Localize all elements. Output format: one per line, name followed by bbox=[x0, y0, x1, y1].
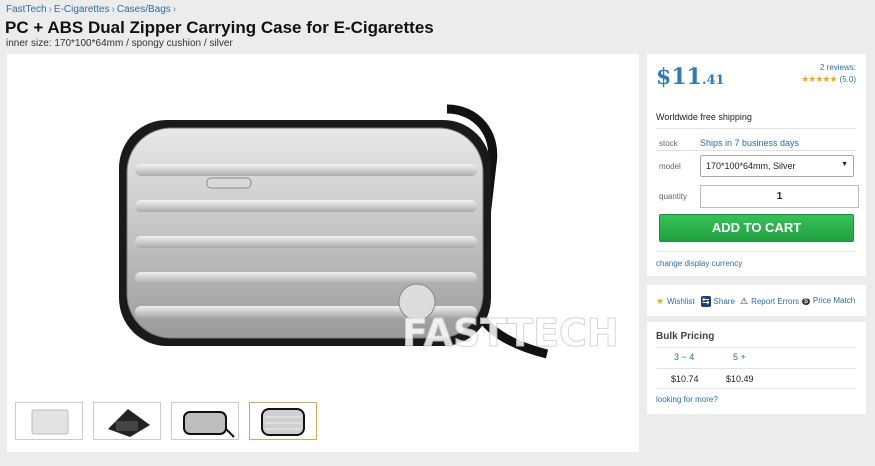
dollar-icon: $ bbox=[802, 298, 810, 305]
breadcrumb-fasttech[interactable]: FastTech bbox=[6, 4, 47, 15]
report-errors-label: Report Errors bbox=[751, 297, 800, 306]
stock-value: Ships in 7 business days bbox=[700, 138, 800, 148]
model-select[interactable]: 170*100*64mm, Silver ▼ bbox=[700, 155, 854, 177]
bulk-tier-qty: 5 + bbox=[733, 352, 746, 362]
bulk-pricing-title: Bulk Pricing bbox=[656, 331, 715, 342]
purchase-panel: $11.41 2 reviews: ★★★★★ (5.0) Worldwide f… bbox=[647, 54, 866, 276]
add-to-cart-button[interactable]: ADD TO CART bbox=[659, 214, 854, 242]
reviews-summary[interactable]: 2 reviews: ★★★★★ (5.0) bbox=[801, 63, 856, 85]
bulk-tier-qty: 3 ~ 4 bbox=[674, 352, 695, 362]
bulk-tier-price: $10.74 bbox=[671, 374, 699, 384]
share-button[interactable]: ⇆ Share bbox=[701, 296, 735, 307]
price-match-label: Price Match bbox=[812, 296, 856, 305]
divider bbox=[656, 347, 856, 348]
product-gallery: FASTTECH bbox=[7, 54, 639, 452]
thumbnail-image bbox=[31, 409, 69, 435]
price-integer: 11 bbox=[671, 64, 702, 90]
wishlist-button[interactable]: ★ Wishlist bbox=[656, 296, 695, 307]
bulk-pricing-panel: Bulk Pricing 3 ~ 4 5 + $10.74 $10.49 loo… bbox=[647, 322, 866, 414]
wishlist-label: Wishlist bbox=[667, 297, 695, 306]
divider bbox=[656, 388, 856, 389]
star-icon: ★ bbox=[656, 296, 665, 306]
bulk-tier-price: $10.49 bbox=[726, 374, 754, 384]
breadcrumb-e-cigarettes[interactable]: E-Cigarettes bbox=[54, 4, 110, 15]
divider bbox=[656, 368, 856, 369]
stock-label: stock bbox=[659, 139, 678, 148]
rating-value: (5.0) bbox=[839, 75, 856, 84]
product-subtitle: inner size: 170*100*64mm / spongy cushio… bbox=[6, 38, 233, 49]
price-currency: $ bbox=[656, 64, 672, 90]
model-label: model bbox=[659, 162, 681, 171]
model-selected-value: 170*100*64mm, Silver bbox=[706, 161, 796, 171]
thumbnail-2[interactable] bbox=[93, 402, 161, 440]
thumbnail-4[interactable] bbox=[249, 402, 317, 440]
thumbnail-image bbox=[108, 409, 150, 437]
divider bbox=[656, 251, 856, 252]
change-currency-link[interactable]: change display currency bbox=[656, 259, 742, 268]
breadcrumb-separator: › bbox=[48, 4, 52, 15]
shipping-info: Worldwide free shipping bbox=[656, 112, 752, 122]
thumbnail-image bbox=[183, 411, 235, 438]
report-errors-button[interactable]: ⚠ Report Errors bbox=[740, 296, 799, 307]
watermark-text: FASTTECH bbox=[402, 311, 619, 355]
breadcrumb-separator: › bbox=[172, 4, 177, 15]
thumbnail-image bbox=[261, 408, 305, 436]
warning-icon: ⚠ bbox=[740, 296, 749, 306]
main-product-image[interactable]: FASTTECH bbox=[7, 54, 639, 394]
divider bbox=[656, 150, 856, 151]
dropdown-arrow-icon: ▼ bbox=[841, 161, 848, 168]
page-title: PC + ABS Dual Zipper Carrying Case for E… bbox=[5, 18, 434, 37]
product-price: $11.41 bbox=[656, 64, 725, 90]
price-decimal: .41 bbox=[701, 73, 725, 88]
thumbnail-1[interactable] bbox=[15, 402, 83, 440]
rating-stars-icon: ★★★★★ bbox=[801, 74, 837, 84]
reviews-count[interactable]: 2 reviews: bbox=[801, 63, 856, 72]
quantity-label: quantity bbox=[659, 192, 688, 201]
breadcrumb: FastTech › E-Cigarettes › Cases/Bags › bbox=[6, 4, 178, 15]
share-icon: ⇆ bbox=[701, 296, 711, 307]
divider bbox=[656, 128, 856, 129]
product-actions: ★ Wishlist ⇆ Share ⚠ Report Errors $ Price M… bbox=[647, 285, 866, 316]
thumbnail-3[interactable] bbox=[171, 402, 239, 440]
more-bulk-link[interactable]: looking for more? bbox=[656, 395, 718, 404]
quantity-input[interactable]: 1 bbox=[700, 185, 859, 208]
breadcrumb-separator: › bbox=[111, 4, 115, 15]
share-label: Share bbox=[713, 297, 735, 306]
price-match-button[interactable]: $ Price Match bbox=[802, 296, 855, 305]
breadcrumb-cases-bags[interactable]: Cases/Bags bbox=[117, 4, 171, 15]
